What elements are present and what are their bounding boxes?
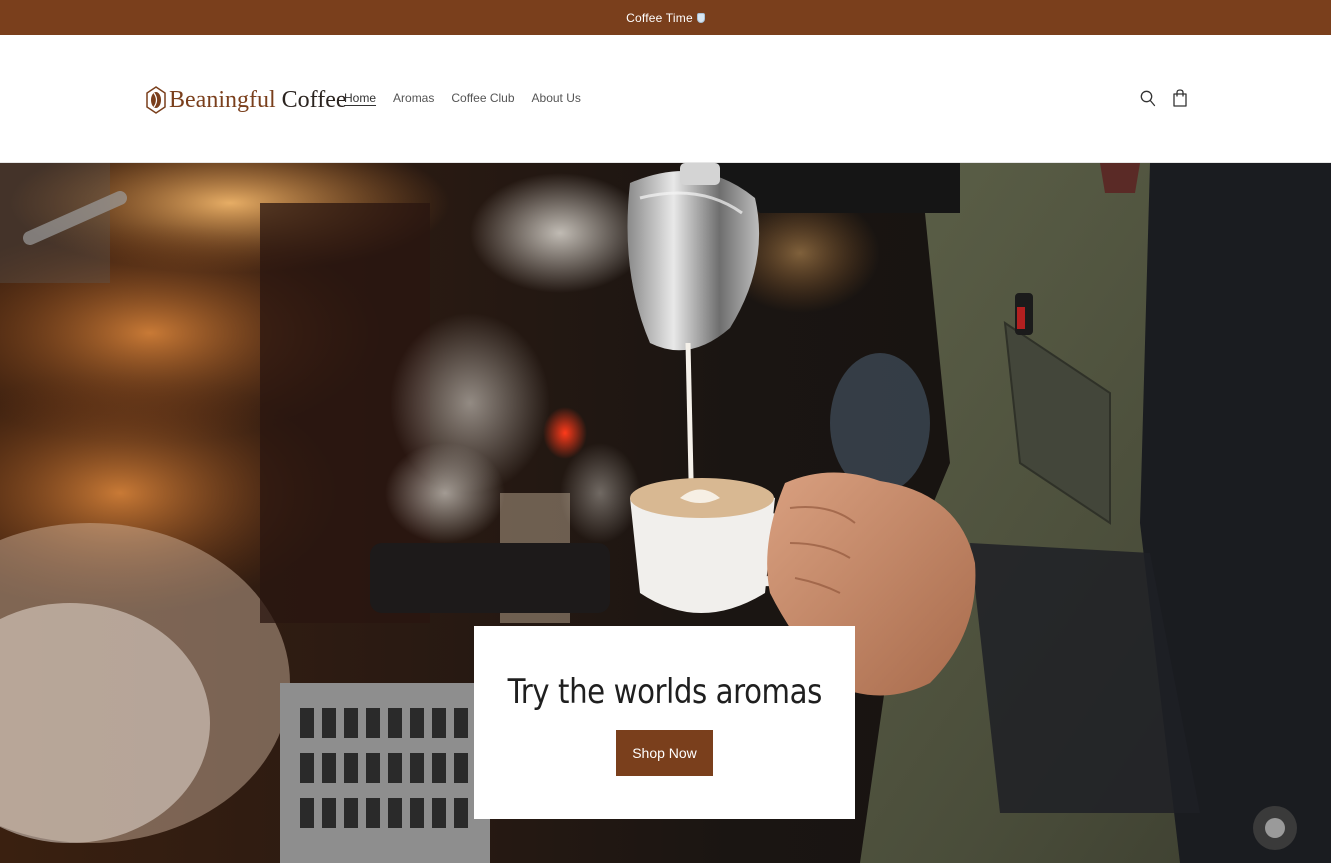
coffee-cup-icon: [696, 12, 705, 23]
main-nav: Home Aromas Coffee Club About Us: [344, 91, 581, 105]
nav-aromas[interactable]: Aromas: [393, 91, 434, 105]
shop-now-button[interactable]: Shop Now: [616, 730, 713, 776]
announcement-text: Coffee Time: [626, 10, 693, 25]
announcement-bar: Coffee Time: [0, 0, 1331, 35]
nav-home[interactable]: Home: [344, 91, 376, 105]
hero-banner: Try the worlds aromas Shop Now: [0, 163, 1331, 863]
site-header: Beaningful Coffee Home Aromas Coffee Clu…: [0, 35, 1331, 163]
nav-coffee-club[interactable]: Coffee Club: [451, 91, 514, 105]
nav-about-us[interactable]: About Us: [532, 91, 581, 105]
logo-word-1: Beaningful: [169, 86, 276, 113]
site-logo[interactable]: Beaningful Coffee: [145, 83, 347, 117]
logo-text: Beaningful Coffee: [169, 87, 347, 114]
logo-word-2: Coffee: [281, 86, 347, 113]
hero-card: Try the worlds aromas Shop Now: [474, 626, 855, 819]
search-icon[interactable]: [1139, 88, 1157, 108]
hero-title: Try the worlds aromas: [507, 672, 822, 712]
header-icons: [1139, 88, 1189, 108]
coffee-bean-icon: [146, 86, 166, 114]
cart-icon[interactable]: [1171, 88, 1189, 108]
